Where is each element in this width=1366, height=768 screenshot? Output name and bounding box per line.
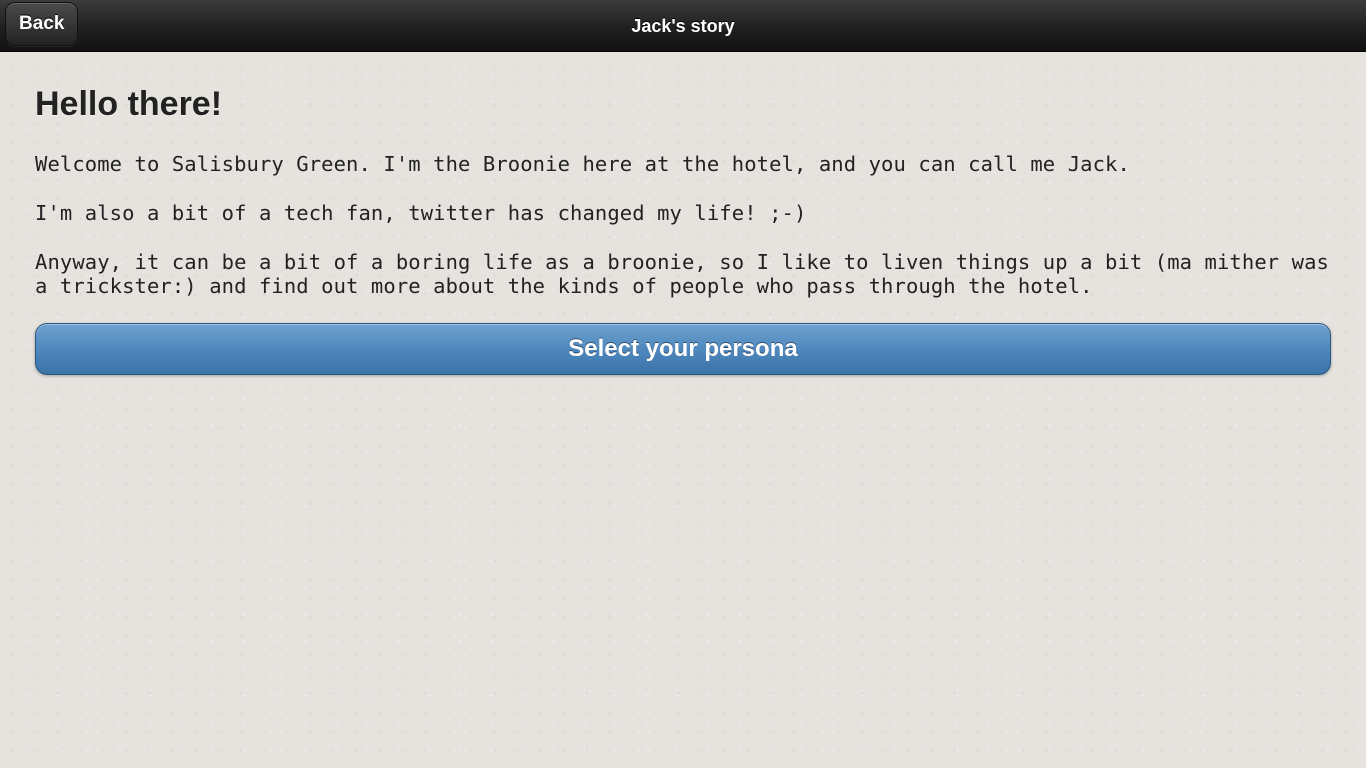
story-content: Hello there! Welcome to Salisbury Green.… — [35, 84, 1331, 375]
select-persona-button[interactable]: Select your persona — [35, 323, 1331, 375]
greeting-heading: Hello there! — [35, 85, 223, 123]
intro-paragraph: Welcome to Salisbury Green. I'm the Broo… — [35, 152, 1130, 176]
page-title: Jack's story — [631, 16, 735, 36]
top-toolbar: Back Jack's story — [0, 0, 1366, 52]
back-button[interactable]: Back — [5, 2, 79, 46]
tech-paragraph: I'm also a bit of a tech fan, twitter ha… — [35, 201, 807, 225]
broonie-paragraph: Anyway, it can be a bit of a boring life… — [35, 250, 1329, 298]
